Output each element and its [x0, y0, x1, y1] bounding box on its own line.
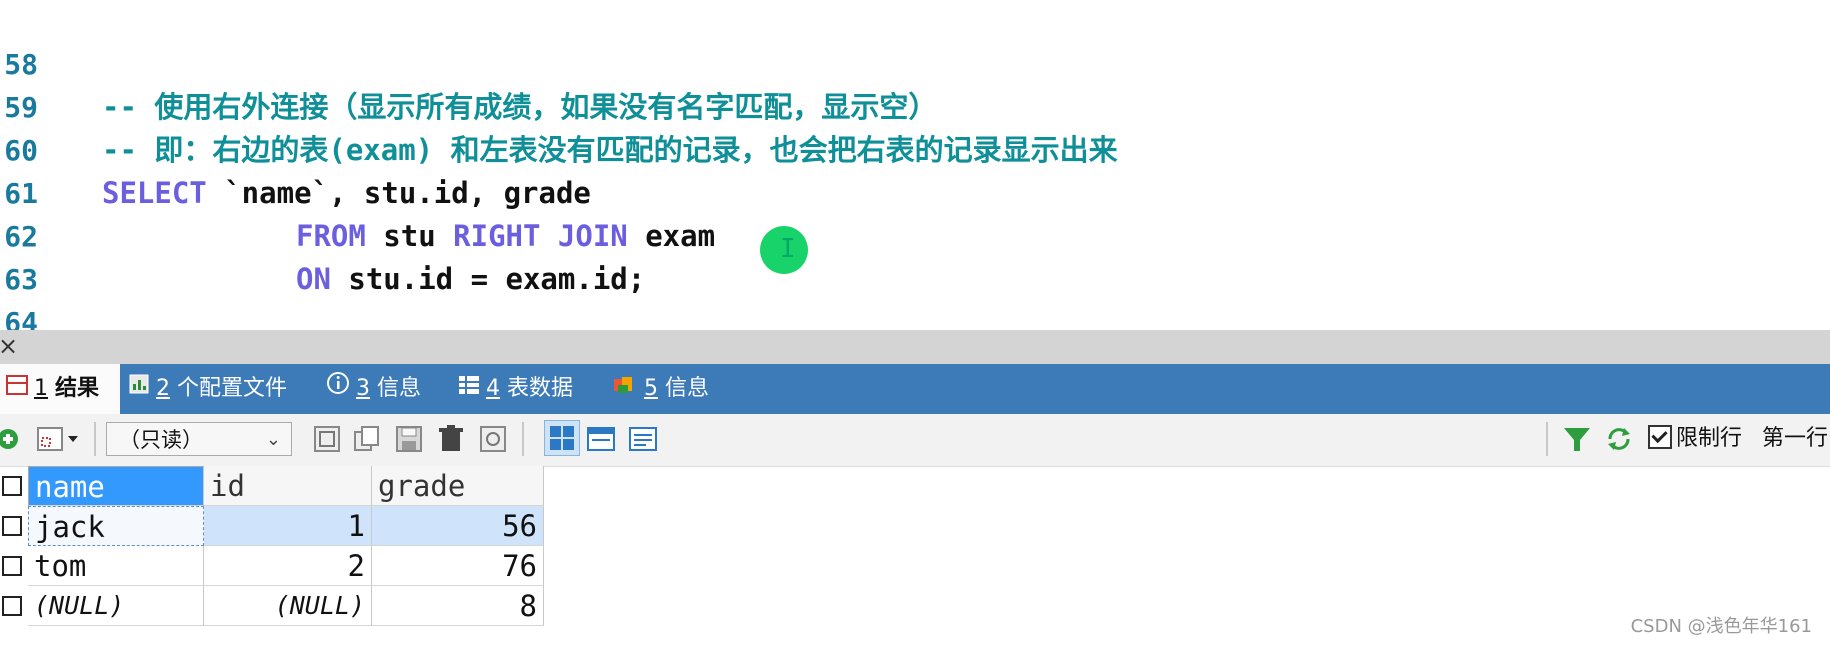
table-cell[interactable]: (NULL)	[28, 586, 204, 626]
watermark: CSDN @浅色年华161	[1630, 616, 1812, 637]
tab-profiles[interactable]: 2 个配置文件	[128, 364, 287, 414]
sql-keyword: RIGHT JOIN	[453, 219, 628, 253]
table-cell[interactable]: 8	[372, 586, 544, 626]
tab-label: 信息	[665, 376, 710, 401]
sql-code: ON stu.id = exam.id;	[296, 258, 645, 301]
code-line[interactable]: 60 SELECT `name`, stu.id, grade	[0, 86, 591, 210]
duplicate-row-icon[interactable]	[352, 424, 382, 454]
sql-text: `name`, stu.id, grade	[206, 176, 591, 210]
code-line[interactable]: 61 FROM stu RIGHT JOIN exam	[0, 129, 715, 253]
code-line[interactable]: 63	[0, 215, 38, 296]
table-cell[interactable]: jack	[28, 506, 204, 546]
code-line[interactable]: 62 ON stu.id = exam.id;	[0, 172, 645, 296]
info-color-icon	[612, 364, 638, 414]
table-data-icon	[458, 364, 480, 414]
table-cell[interactable]: 56	[372, 506, 544, 546]
table-cell[interactable]: 1	[204, 506, 372, 546]
sql-keyword: FROM	[296, 219, 366, 253]
sql-code: SELECT `name`, stu.id, grade	[102, 172, 591, 215]
limit-rows-label: 限制行	[1676, 426, 1743, 451]
new-row-icon[interactable]	[312, 424, 342, 454]
tab-info[interactable]: 3 信息	[326, 364, 421, 414]
toolbar-separator	[522, 422, 524, 456]
chevron-down-icon: ⌄	[265, 429, 281, 450]
sql-editor[interactable]: 58 -- 使用右外连接（显示所有成绩，如果没有名字匹配，显示空） 59 -- …	[0, 0, 1830, 330]
sql-code: FROM stu RIGHT JOIN exam	[296, 215, 715, 258]
first-row-label: 第一行	[1762, 426, 1829, 451]
sql-text: exam	[627, 219, 716, 253]
code-line[interactable]: 58 -- 使用右外连接（显示所有成绩，如果没有名字匹配，显示空）	[0, 0, 937, 124]
table-cell[interactable]: 2	[204, 546, 372, 586]
refresh-grid-icon[interactable]	[478, 424, 508, 454]
tab-label: 结果	[55, 376, 100, 401]
code-line[interactable]: 65	[0, 301, 20, 330]
delete-icon[interactable]	[436, 424, 466, 454]
results-tab-bar: 1 结果 2 个配置文件 3 信息 4 表数据 5 信息	[0, 364, 1830, 414]
sql-comment: -- 即：右边的表(exam) 和左表没有匹配的记录，也会把右表的记录显示出来	[102, 133, 1118, 167]
text-cursor-icon: I	[780, 234, 796, 264]
tab-label: 表数据	[507, 376, 574, 401]
info-icon	[326, 364, 350, 414]
column-header-name[interactable]: name	[28, 466, 204, 506]
grid-view-icon[interactable]	[544, 420, 580, 456]
column-header-id[interactable]: id	[204, 466, 372, 506]
select-all-checkbox[interactable]	[0, 466, 28, 506]
tab-info-2[interactable]: 5 信息	[612, 364, 709, 414]
tab-results[interactable]: 1 结果	[0, 364, 120, 414]
profile-icon	[128, 364, 150, 414]
row-checkbox[interactable]	[0, 586, 28, 626]
tab-label: 信息	[377, 376, 422, 401]
tab-label: 个配置文件	[177, 376, 288, 401]
tab-number: 5	[644, 376, 658, 401]
code-line[interactable]: 59 -- 即：右边的表(exam) 和左表没有匹配的记录，也会把右表的记录显示…	[0, 43, 1117, 167]
grid-table-icon	[6, 364, 28, 414]
table-cell[interactable]: (NULL)	[204, 586, 372, 626]
add-row-icon[interactable]	[0, 424, 24, 454]
filter-icon[interactable]	[1562, 424, 1592, 454]
column-header-grade[interactable]: grade	[372, 466, 544, 506]
limit-rows-checkbox[interactable]	[1648, 425, 1672, 449]
tab-number: 3	[356, 376, 370, 401]
form-view-icon[interactable]	[586, 424, 616, 454]
result-mode-select[interactable]: （只读） ⌄	[106, 422, 292, 456]
tab-number: 4	[486, 376, 500, 401]
toolbar-separator	[1546, 422, 1548, 456]
tab-number: 1	[34, 376, 48, 401]
export-menu-icon[interactable]	[36, 424, 84, 454]
results-toolbar: （只读） ⌄ 限制行 第一行	[0, 414, 1830, 467]
tab-table-data[interactable]: 4 表数据	[458, 364, 573, 414]
row-checkbox[interactable]	[0, 506, 28, 546]
toolbar-separator	[94, 422, 96, 456]
result-mode-value: （只读）	[119, 428, 203, 452]
row-checkbox[interactable]	[0, 546, 28, 586]
close-icon[interactable]: ×	[0, 332, 18, 360]
code-line[interactable]: 64	[0, 258, 38, 330]
text-view-icon[interactable]	[628, 424, 658, 454]
limit-rows-toggle[interactable]: 限制行	[1648, 422, 1742, 456]
tab-number: 2	[156, 376, 170, 401]
refresh-icon[interactable]	[1604, 424, 1634, 454]
sql-text: stu.id = exam.id;	[330, 262, 646, 296]
sql-keyword: ON	[296, 262, 331, 296]
sql-keyword: SELECT	[102, 176, 207, 210]
table-cell[interactable]: tom	[28, 546, 204, 586]
save-icon[interactable]	[394, 424, 424, 454]
sql-comment: -- 使用右外连接（显示所有成绩，如果没有名字匹配，显示空）	[102, 90, 938, 124]
pane-splitter[interactable]: ×	[0, 330, 1830, 364]
sql-text: stu	[365, 219, 454, 253]
table-cell[interactable]: 76	[372, 546, 544, 586]
